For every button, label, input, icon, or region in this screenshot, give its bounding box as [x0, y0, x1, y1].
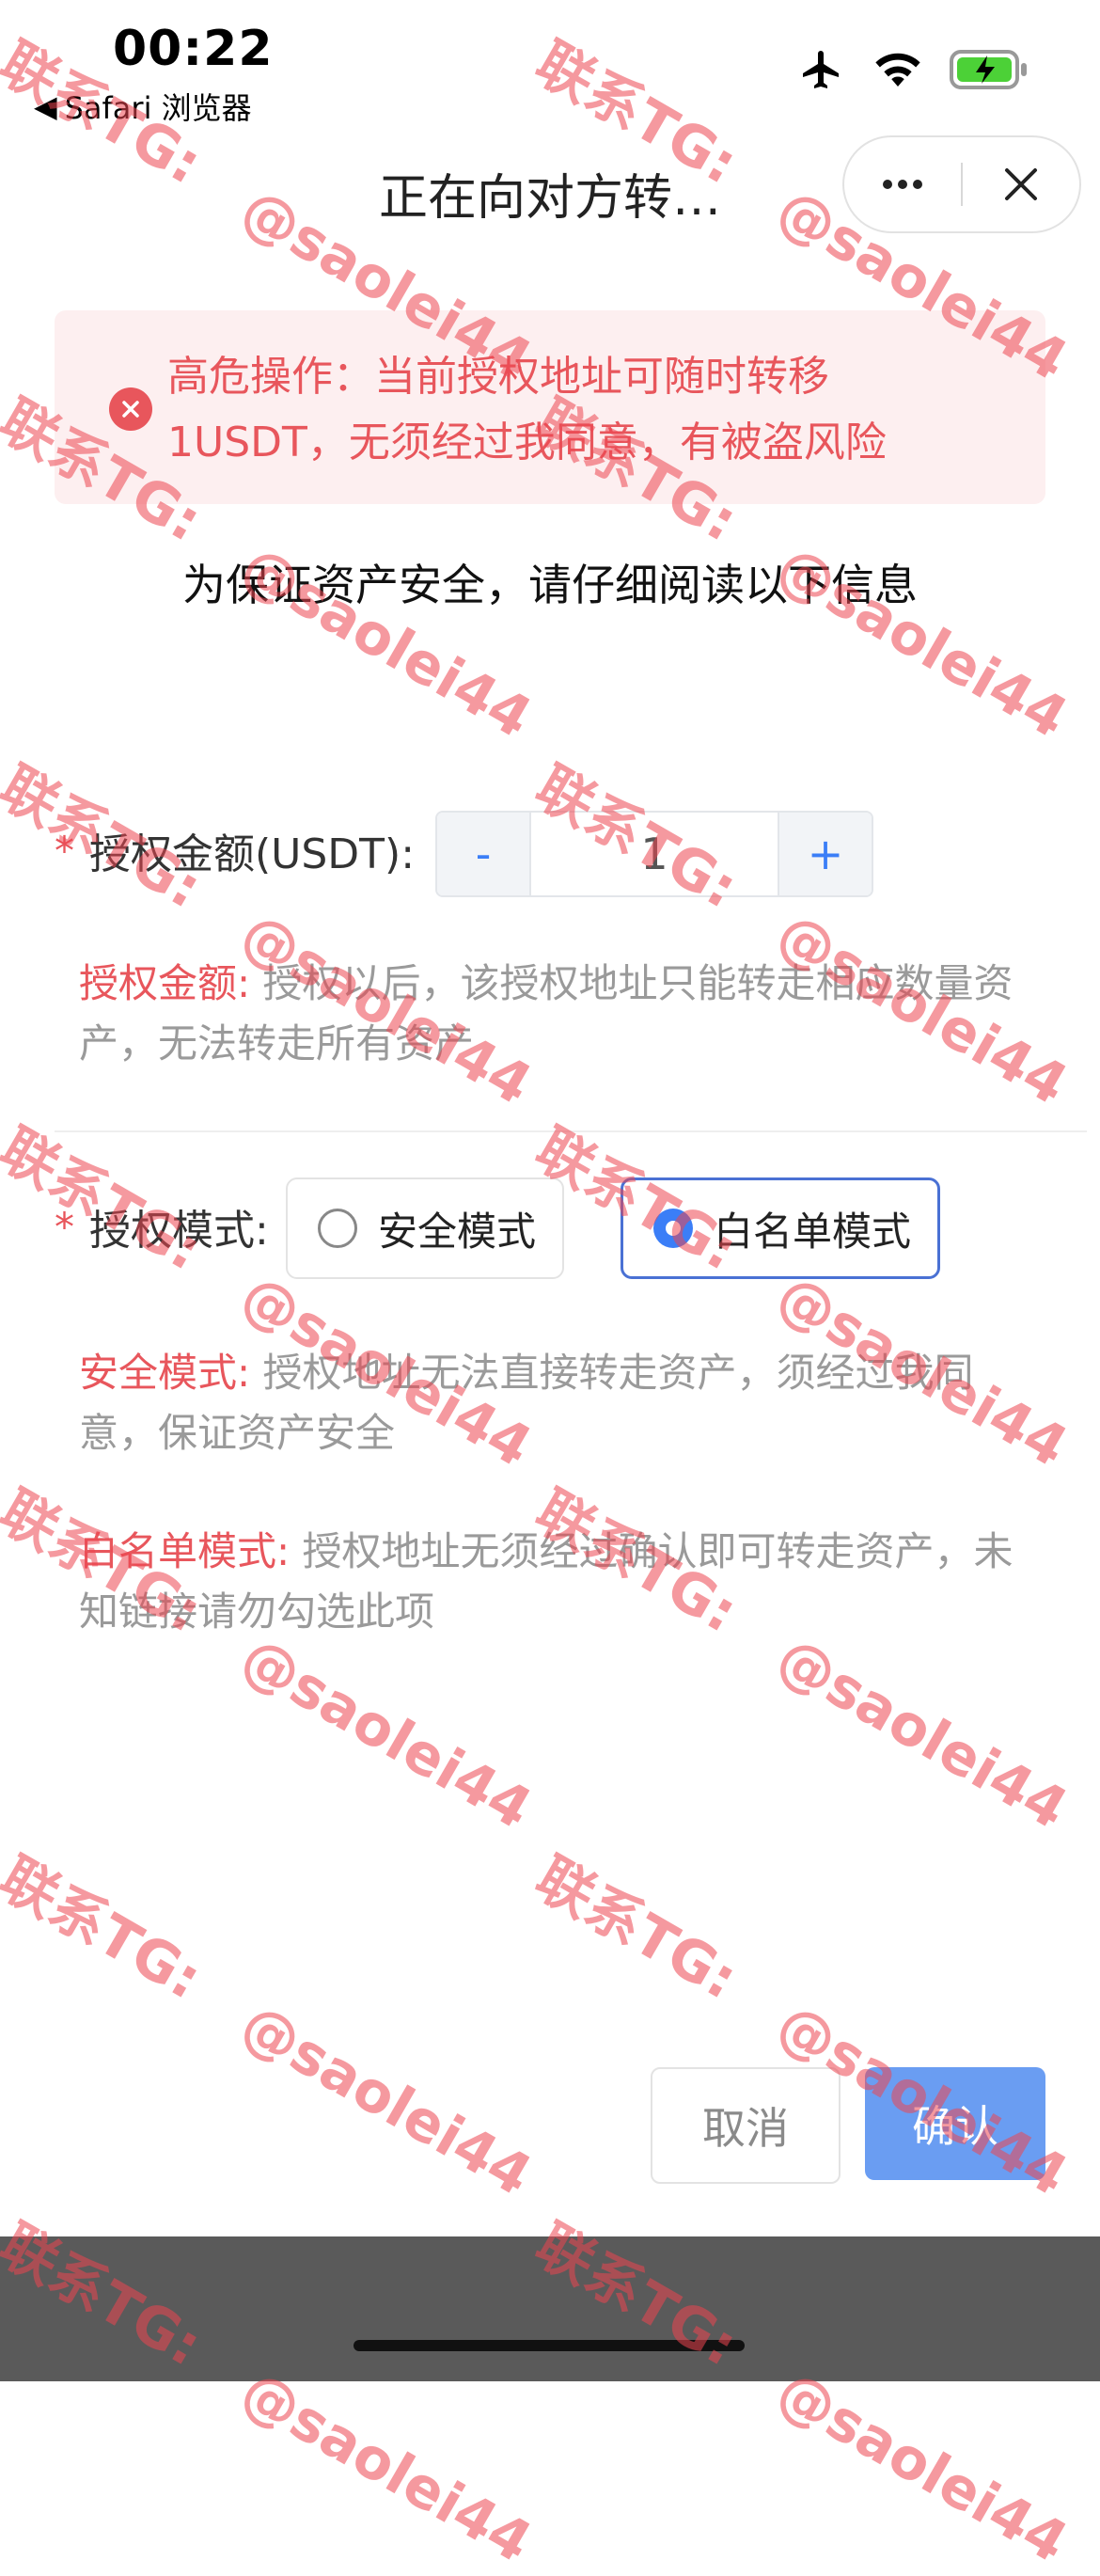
required-mark: * — [55, 827, 74, 874]
watermark: 联系TG: @saolei44 — [525, 1845, 1078, 2209]
amount-note-highlight: 授权金额: — [79, 960, 251, 1006]
intro-text: 为保证资产安全，请仔细阅读以下信息 — [182, 560, 918, 610]
amount-label: 授权金额(USDT): — [89, 830, 416, 878]
close-icon — [1005, 168, 1037, 200]
safe-note-highlight: 安全模式: — [79, 1350, 251, 1396]
more-button[interactable] — [844, 137, 961, 231]
increase-button[interactable]: + — [779, 813, 872, 895]
decrease-button[interactable]: - — [437, 813, 529, 895]
back-arrow-icon: ◀ — [34, 88, 57, 124]
mode-label: 授权模式: — [89, 1207, 269, 1255]
mini-program-capsule — [842, 135, 1081, 233]
home-indicator[interactable] — [354, 2340, 745, 2351]
mode-row: * 授权模式: — [55, 1196, 269, 1256]
back-to-app-link[interactable]: ◀ Safari 浏览器 — [34, 85, 252, 128]
radio-whitelist-mode[interactable]: 白名单模式 — [621, 1177, 940, 1279]
amount-row: * 授权金额(USDT): — [55, 820, 415, 880]
divider — [55, 1130, 1087, 1132]
amount-input[interactable]: 1 — [529, 813, 779, 895]
safe-mode-label: 安全模式 — [378, 1208, 537, 1255]
bottom-bar — [0, 2236, 1100, 2381]
white-note-highlight: 白名单模式: — [79, 1528, 291, 1574]
error-icon — [109, 387, 152, 431]
alert-text: 高危操作：当前授权地址可随时转移1USDT，无须经过我同意，有被盗风险 — [167, 353, 887, 466]
whitelist-mode-label: 白名单模式 — [714, 1208, 912, 1255]
status-time: 00:22 — [113, 21, 274, 77]
watermark: 联系TG: @saolei44 — [0, 1845, 542, 2209]
back-app-label: Safari 浏览器 — [64, 90, 252, 126]
radio-safe-mode[interactable]: 安全模式 — [286, 1177, 564, 1279]
airplane-icon — [803, 51, 839, 88]
radio-checked-icon — [653, 1209, 693, 1248]
safe-mode-note: 安全模式: 授权地址无法直接转走资产，须经过我同意，保证资产安全 — [79, 1343, 1019, 1463]
required-mark: * — [55, 1203, 74, 1250]
radio-unchecked-icon — [318, 1209, 357, 1248]
wifi-icon — [875, 53, 920, 87]
whitelist-mode-note: 白名单模式: 授权地址无须经过确认即可转走资产，未知链接请勿勾选此项 — [79, 1522, 1019, 1642]
amount-stepper: - 1 + — [435, 811, 873, 897]
more-icon — [883, 180, 922, 189]
amount-note: 授权金额: 授权以后，该授权地址只能转走相应数量资产，无法转走所有资产 — [79, 954, 1019, 1074]
cancel-button[interactable]: 取消 — [651, 2067, 841, 2184]
status-icons — [797, 47, 1029, 92]
battery-charging-icon — [950, 50, 1027, 89]
close-button[interactable] — [963, 137, 1079, 231]
confirm-button[interactable]: 确认 — [865, 2067, 1045, 2180]
